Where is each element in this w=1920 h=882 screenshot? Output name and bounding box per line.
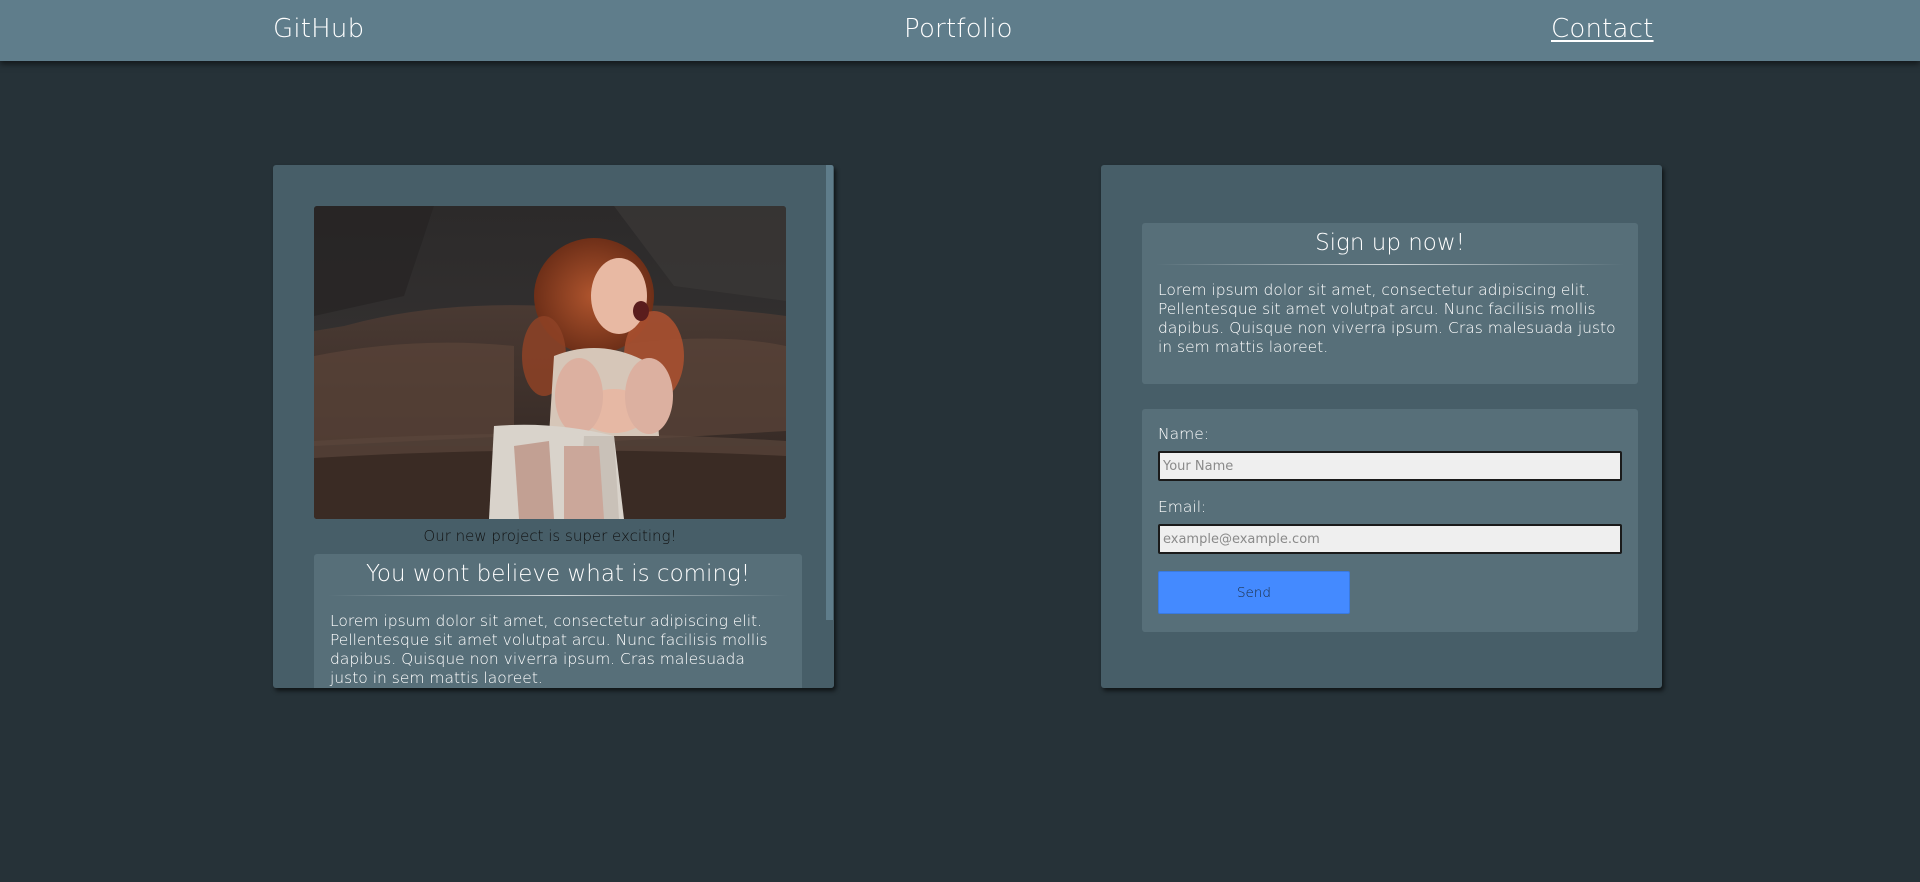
project-info-panel: You wont believe what is coming! Lorem i… xyxy=(314,554,802,688)
signup-form: Name: Email: Send xyxy=(1142,409,1638,632)
project-card: Our new project is super exciting! You w… xyxy=(273,165,834,688)
signup-description: Lorem ipsum dolor sit amet, consectetur … xyxy=(1158,281,1616,356)
project-card-scroll-area[interactable]: Our new project is super exciting! You w… xyxy=(273,165,834,688)
scrollbar-track[interactable] xyxy=(825,165,834,688)
top-nav: GitHub Portfolio Contact xyxy=(0,0,1920,61)
email-label: Email: xyxy=(1158,498,1207,516)
project-photo xyxy=(314,206,786,519)
send-button[interactable]: Send xyxy=(1158,571,1350,614)
email-input[interactable] xyxy=(1158,524,1622,554)
scrollbar-thumb[interactable] xyxy=(826,165,833,620)
nav-link-github[interactable]: GitHub xyxy=(273,14,364,44)
project-caption: Our new project is super exciting! xyxy=(423,527,677,545)
signup-info-panel: Sign up now! Lorem ipsum dolor sit amet,… xyxy=(1142,223,1638,384)
name-label: Name: xyxy=(1158,425,1209,443)
name-input[interactable] xyxy=(1158,451,1622,481)
signup-card: Sign up now! Lorem ipsum dolor sit amet,… xyxy=(1101,165,1662,688)
project-description: Lorem ipsum dolor sit amet, consectetur … xyxy=(330,612,768,687)
signup-title: Sign up now! xyxy=(1315,230,1465,256)
project-title: You wont believe what is coming! xyxy=(365,561,751,587)
nav-link-portfolio[interactable]: Portfolio xyxy=(904,14,1013,44)
nav-link-contact[interactable]: Contact xyxy=(1551,14,1654,44)
